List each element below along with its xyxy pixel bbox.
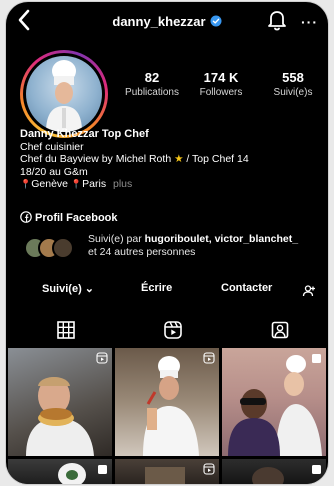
bio-line-1: Chef du Bayview by Michel Roth ★ / Top C… (20, 153, 320, 166)
profile-actions: Suivi(e) ⌄ Écrire Contacter (6, 282, 328, 302)
grid-icon[interactable] (56, 320, 76, 340)
category-label: Chef cuisinier (20, 140, 84, 153)
top-bar: danny_khezzar ··· (6, 2, 328, 42)
avatar-gap (23, 53, 105, 135)
publications-count: 82 (144, 70, 160, 85)
reel-icon (203, 352, 215, 364)
facebook-icon (20, 211, 32, 223)
mutual-followers-text: Suivi(e) par hugoriboulet, victor_blanch… (88, 233, 328, 259)
chef-portrait-image (46, 60, 82, 132)
stat-followers[interactable]: 174 K Followers (188, 70, 254, 98)
following-count: 558 (282, 70, 304, 85)
followers-label: Followers (199, 87, 243, 98)
location-paris: Paris (82, 178, 107, 190)
post-thumbnail[interactable] (115, 459, 219, 484)
bell-icon[interactable] (266, 8, 288, 32)
gallery-icon (98, 465, 107, 474)
bio-locations: 📍Genève 📍Paris plus (20, 178, 320, 191)
stat-following[interactable]: 558 Suivi(e)s (262, 70, 324, 98)
reel-icon (96, 352, 108, 364)
post-thumbnail[interactable] (222, 459, 326, 484)
following-button[interactable]: Suivi(e) ⌄ (42, 282, 94, 295)
reel-icon (203, 463, 215, 475)
post-thumbnail[interactable] (8, 459, 112, 484)
pin-icon: 📍 (20, 179, 32, 189)
contact-button[interactable]: Contacter (221, 282, 272, 294)
message-button[interactable]: Écrire (141, 282, 172, 294)
avatar-photo (26, 56, 102, 132)
profile-stats: 82 Publications 174 K Followers 558 Suiv… (122, 70, 328, 100)
star-icon: ★ (174, 153, 184, 165)
profile-bio: Danny Khezzar Top Chef Chef cuisinier Ch… (20, 128, 320, 191)
post-image (228, 355, 322, 456)
post-thumbnail[interactable] (115, 348, 219, 456)
followers-count: 174 K (203, 70, 239, 85)
pin-icon: 📍 (70, 179, 83, 189)
add-user-icon[interactable] (302, 284, 316, 298)
bio-more-link[interactable]: plus (113, 178, 132, 190)
verified-icon (210, 15, 222, 27)
post-thumbnail[interactable] (222, 348, 326, 456)
mutual-names: hugoriboulet, victor_blanchet_ (144, 233, 299, 245)
mutual-prefix: Suivi(e) par (88, 233, 145, 245)
bio-line-2: 18/20 au G&m (20, 165, 88, 178)
stat-publications[interactable]: 82 Publications (122, 70, 182, 98)
post-image (143, 356, 199, 456)
avatar[interactable] (20, 50, 108, 138)
mutual-avatars (24, 235, 74, 259)
publications-label: Publications (125, 87, 179, 98)
phone-screen: danny_khezzar ··· 82 Publications 174 K … (6, 2, 328, 484)
more-options-icon[interactable]: ··· (301, 14, 318, 30)
mutual-followers[interactable]: Suivi(e) par hugoriboulet, victor_blanch… (24, 231, 324, 263)
following-label: Suivi(e)s (273, 87, 313, 98)
facebook-profile-link[interactable]: Profil Facebook (20, 211, 118, 224)
location-geneve: Genève (31, 178, 68, 190)
facebook-label: Profil Facebook (35, 212, 118, 224)
posts-grid (8, 348, 326, 484)
mutual-avatar-3 (52, 237, 74, 259)
profile-tabs (6, 318, 328, 348)
bio-line-1-tail: / Top Chef 14 (183, 153, 249, 165)
mutual-suffix: et 24 autres personnes (88, 246, 196, 258)
gallery-icon (312, 465, 321, 474)
post-image (26, 377, 94, 456)
reels-icon[interactable] (163, 320, 183, 340)
tagged-icon[interactable] (270, 320, 290, 340)
username: danny_khezzar (112, 14, 206, 29)
gallery-icon (312, 354, 321, 363)
bio-line-1-text: Chef du Bayview by Michel Roth (20, 153, 172, 165)
display-name: Danny Khezzar Top Chef (20, 128, 149, 140)
post-thumbnail[interactable] (8, 348, 112, 456)
